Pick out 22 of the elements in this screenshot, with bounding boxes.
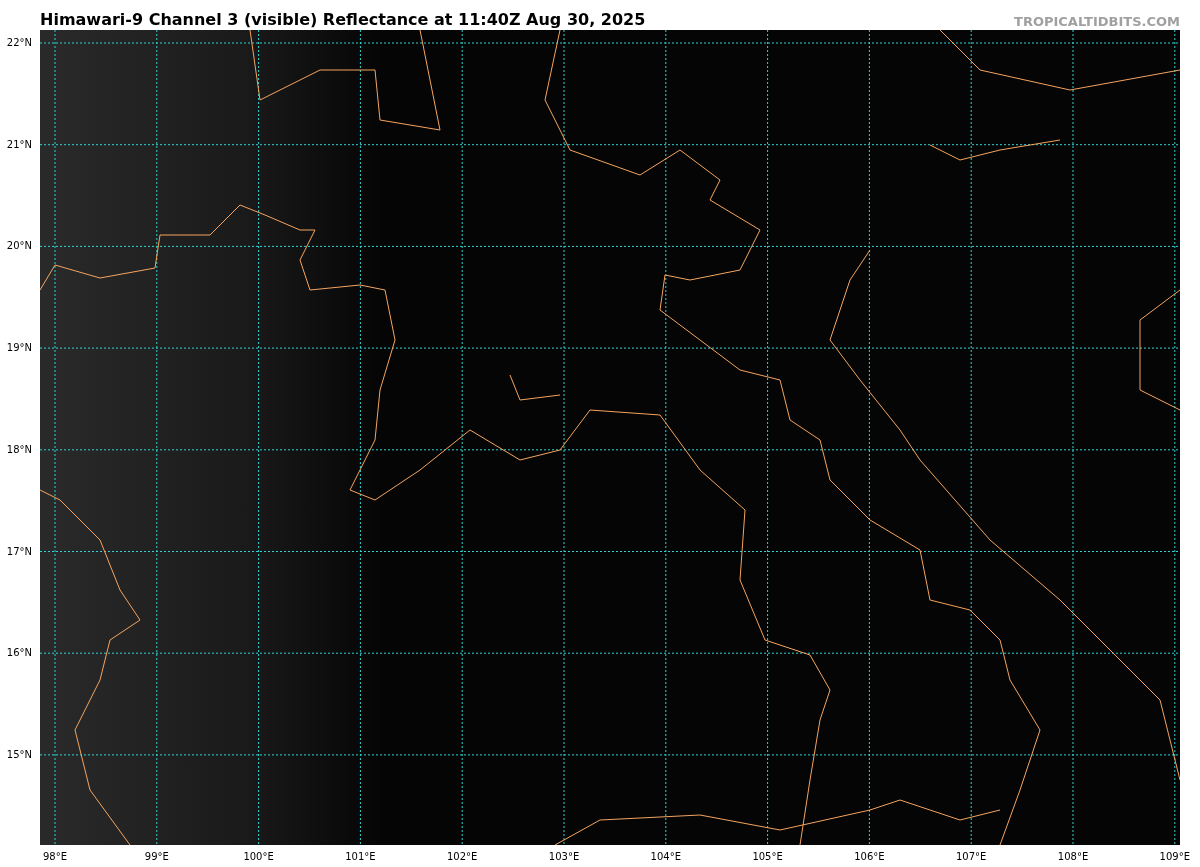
longitude-label: 105°E [752,852,783,862]
longitude-label: 108°E [1057,852,1089,862]
longitude-label: 109°E [1159,852,1190,862]
latitude-label: 21°N [6,139,32,150]
longitude-label: 99°E [144,852,169,862]
longitude-label: 102°E [447,852,478,862]
longitude-label: 106°E [854,852,885,862]
chart-title: Himawari-9 Channel 3 (visible) Reflectance at 11:40Z Aug 30, 2025 [40,12,646,28]
longitude-label: 101°E [345,852,376,862]
latitude-label: 17°N [6,546,32,557]
longitude-label: 107°E [956,852,987,862]
longitude-label: 100°E [243,852,274,862]
latitude-label: 22°N [6,38,32,48]
latitude-label: 16°N [6,648,32,659]
longitude-label: 104°E [650,852,681,862]
site-credit: TROPICALTIDBITS.COM [1014,15,1180,28]
longitude-label: 98°E [43,852,67,862]
latitude-label: 19°N [6,343,32,354]
latitude-label: 20°N [6,241,32,252]
latitude-label: 15°N [6,749,32,760]
latitude-label: 18°N [6,444,32,455]
longitude-label: 103°E [548,852,580,862]
